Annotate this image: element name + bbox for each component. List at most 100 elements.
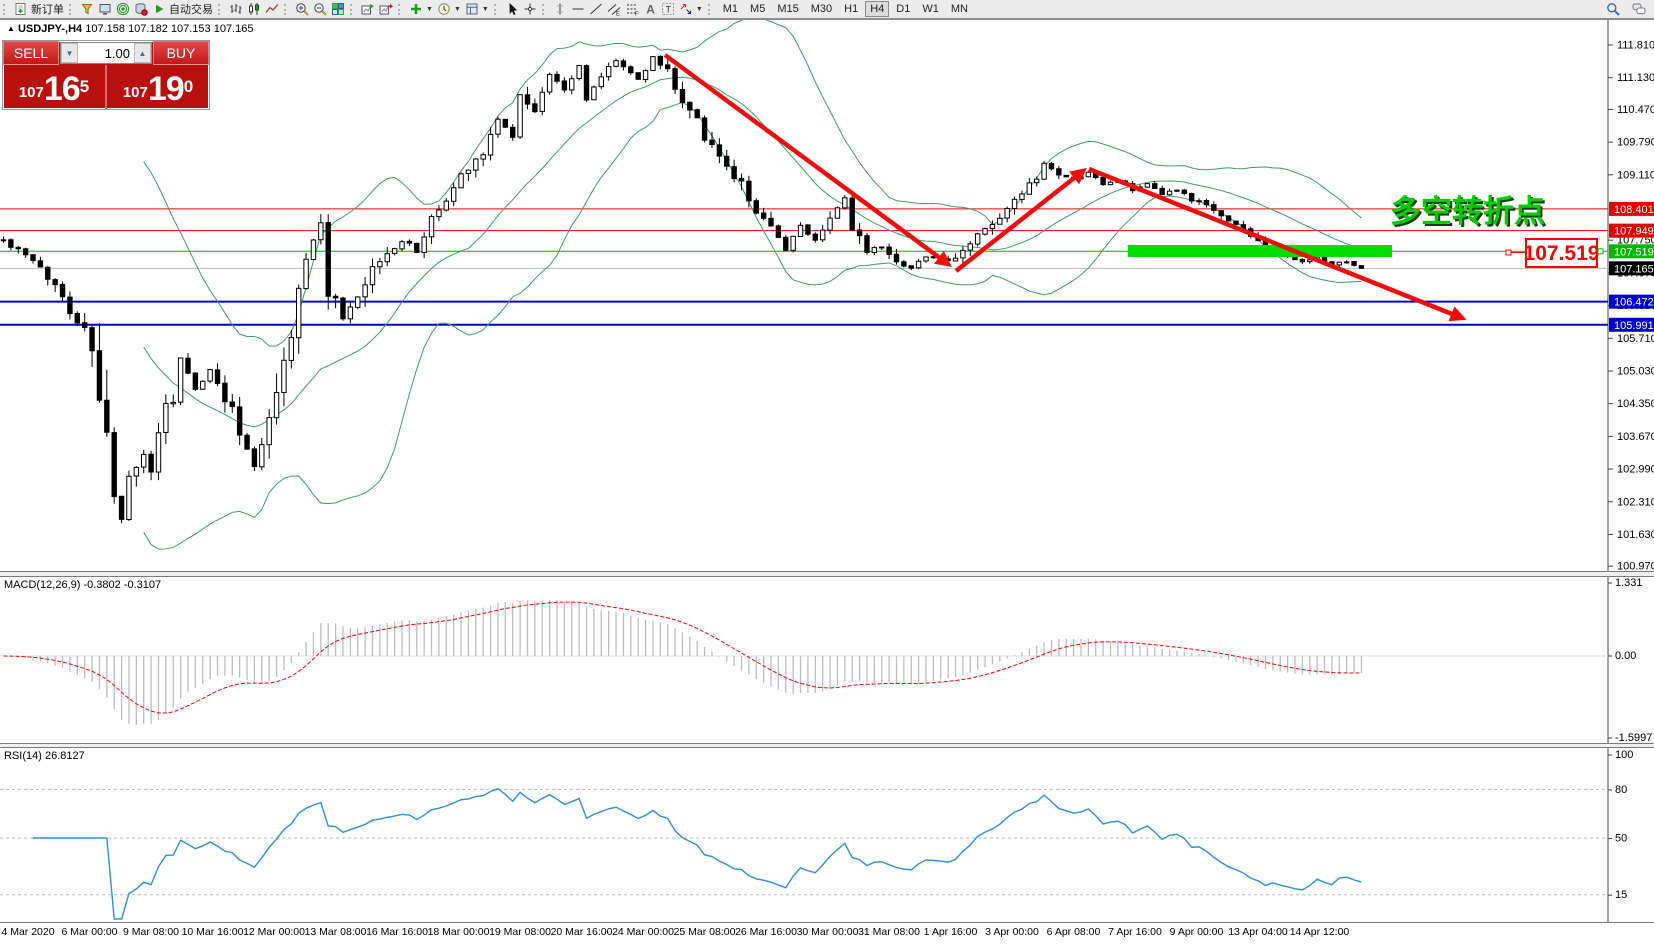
line-chart-button[interactable] bbox=[263, 1, 281, 17]
candle-body bbox=[850, 198, 854, 230]
zoom-in-button[interactable] bbox=[293, 1, 311, 17]
market-depth-button[interactable] bbox=[78, 1, 96, 17]
candle-body bbox=[415, 243, 419, 252]
db-icon bbox=[134, 2, 148, 16]
candle-body bbox=[820, 230, 824, 240]
time-axis[interactable]: 4 Mar 20206 Mar 00:009 Mar 08:0010 Mar 1… bbox=[0, 926, 1654, 946]
equidistant-channel-button[interactable]: E bbox=[605, 1, 623, 17]
candle-body bbox=[872, 248, 876, 253]
templates-button[interactable]: ▼ bbox=[463, 1, 491, 17]
text-label-button[interactable]: T bbox=[659, 1, 677, 17]
fibonacci-button[interactable]: F bbox=[623, 1, 641, 17]
timeframe-button-m15[interactable]: M15 bbox=[772, 1, 803, 17]
history-center-button[interactable] bbox=[132, 1, 150, 17]
candle-body bbox=[90, 328, 94, 351]
text-button[interactable]: A bbox=[641, 1, 659, 17]
volume-up-button[interactable]: ▲ bbox=[134, 43, 151, 63]
timeframe-button-h4[interactable]: H4 bbox=[865, 1, 889, 17]
timeframe-button-h1[interactable]: H1 bbox=[839, 1, 863, 17]
candle-body bbox=[119, 496, 123, 519]
candle-body bbox=[776, 226, 780, 238]
data-window-button[interactable] bbox=[96, 1, 114, 17]
candle-body bbox=[326, 223, 330, 297]
time-axis-label: 25 Mar 08:00 bbox=[674, 926, 736, 938]
hline-icon bbox=[571, 2, 585, 16]
candle-body bbox=[570, 79, 574, 90]
candle-body bbox=[429, 217, 433, 237]
candle-body bbox=[880, 247, 884, 248]
timeframe-button-mn[interactable]: MN bbox=[946, 1, 973, 17]
highlight-rectangle[interactable] bbox=[1128, 245, 1392, 257]
new-order-button[interactable]: 新订单 bbox=[12, 1, 66, 17]
candle-body bbox=[592, 87, 596, 100]
toolbar-grip bbox=[542, 4, 547, 15]
one-click-trading-panel: SELL ▼ ▲ BUY 107 16 5 107 19 0 bbox=[2, 40, 210, 110]
periods-button[interactable]: ▼ bbox=[435, 1, 463, 17]
dropdown-caret: ▼ bbox=[454, 6, 461, 13]
candle-body bbox=[1042, 163, 1046, 179]
zoom-out-button[interactable] bbox=[311, 1, 329, 17]
candle-body bbox=[828, 218, 832, 230]
candle-body bbox=[223, 383, 227, 401]
candle-body bbox=[1337, 262, 1341, 265]
candle-body bbox=[97, 351, 101, 401]
auto-scroll-button[interactable] bbox=[359, 1, 377, 17]
candle-body bbox=[1344, 262, 1348, 263]
arrows-icon bbox=[679, 2, 693, 16]
cursor-button[interactable] bbox=[503, 1, 521, 17]
time-axis-label: 3 Apr 00:00 bbox=[985, 926, 1039, 938]
candle-body bbox=[378, 262, 382, 267]
collapse-icon[interactable]: ▲ bbox=[7, 24, 15, 33]
candle-body bbox=[732, 167, 736, 179]
timeframe-button-d1[interactable]: D1 bbox=[891, 1, 915, 17]
candle-body bbox=[82, 323, 86, 328]
trendline-button[interactable] bbox=[587, 1, 605, 17]
auto-trading-button[interactable]: 自动交易 bbox=[150, 1, 215, 17]
buy-price[interactable]: 107 19 0 bbox=[107, 65, 209, 109]
candle-body bbox=[370, 267, 374, 285]
candle-body bbox=[533, 104, 537, 112]
candle-body bbox=[105, 400, 109, 432]
signals-button[interactable] bbox=[114, 1, 132, 17]
crosshair-button[interactable] bbox=[521, 1, 539, 17]
sell-button[interactable]: SELL bbox=[3, 41, 59, 65]
time-axis-label: 19 Mar 08:00 bbox=[489, 926, 551, 938]
chart-shift-button[interactable] bbox=[377, 1, 395, 17]
tile-windows-button[interactable] bbox=[329, 1, 347, 17]
timeframe-button-m1[interactable]: M1 bbox=[718, 1, 743, 17]
buy-button[interactable]: BUY bbox=[153, 41, 209, 65]
candle-body bbox=[16, 247, 20, 248]
horizontal-line-button[interactable] bbox=[569, 1, 587, 17]
indicators-button[interactable]: ▼ bbox=[407, 1, 435, 17]
candle-body bbox=[156, 433, 160, 472]
svg-text:A: A bbox=[646, 3, 655, 17]
candle-body bbox=[651, 57, 655, 71]
bar-chart-button[interactable] bbox=[227, 1, 245, 17]
candle-body bbox=[1204, 200, 1208, 204]
callout-anchor bbox=[1506, 250, 1511, 255]
price-tick-label: 100.970 bbox=[1617, 561, 1654, 573]
candle-body bbox=[680, 89, 684, 102]
chat-icon bbox=[1632, 2, 1646, 16]
candle-body bbox=[990, 224, 994, 228]
search-button[interactable] bbox=[1604, 1, 1622, 17]
candle-chart-button[interactable] bbox=[245, 1, 263, 17]
rsi-axis-label: 50 bbox=[1615, 833, 1627, 845]
sell-price[interactable]: 107 16 5 bbox=[3, 65, 107, 109]
candle-body bbox=[267, 418, 271, 445]
vertical-line-button[interactable] bbox=[551, 1, 569, 17]
timeframe-button-m5[interactable]: M5 bbox=[745, 1, 770, 17]
candle-body bbox=[754, 201, 758, 213]
volume-down-button[interactable]: ▼ bbox=[61, 43, 78, 63]
timeframe-button-w1[interactable]: W1 bbox=[917, 1, 944, 17]
candle-body bbox=[1108, 182, 1112, 184]
volume-input[interactable] bbox=[78, 43, 134, 63]
turning-point-text[interactable]: 多空转折点 bbox=[1390, 194, 1545, 229]
rsi-axis-label: 15 bbox=[1615, 889, 1627, 901]
chat-button[interactable] bbox=[1630, 1, 1648, 17]
candle-body bbox=[1197, 201, 1201, 202]
candle-body bbox=[274, 393, 278, 418]
timeframe-button-m30[interactable]: M30 bbox=[806, 1, 837, 17]
chart-canvas[interactable]: 多空转折点多空转折点107.519111.810111.130110.47010… bbox=[0, 0, 1654, 946]
arrows-button[interactable]: ▼ bbox=[677, 1, 705, 17]
